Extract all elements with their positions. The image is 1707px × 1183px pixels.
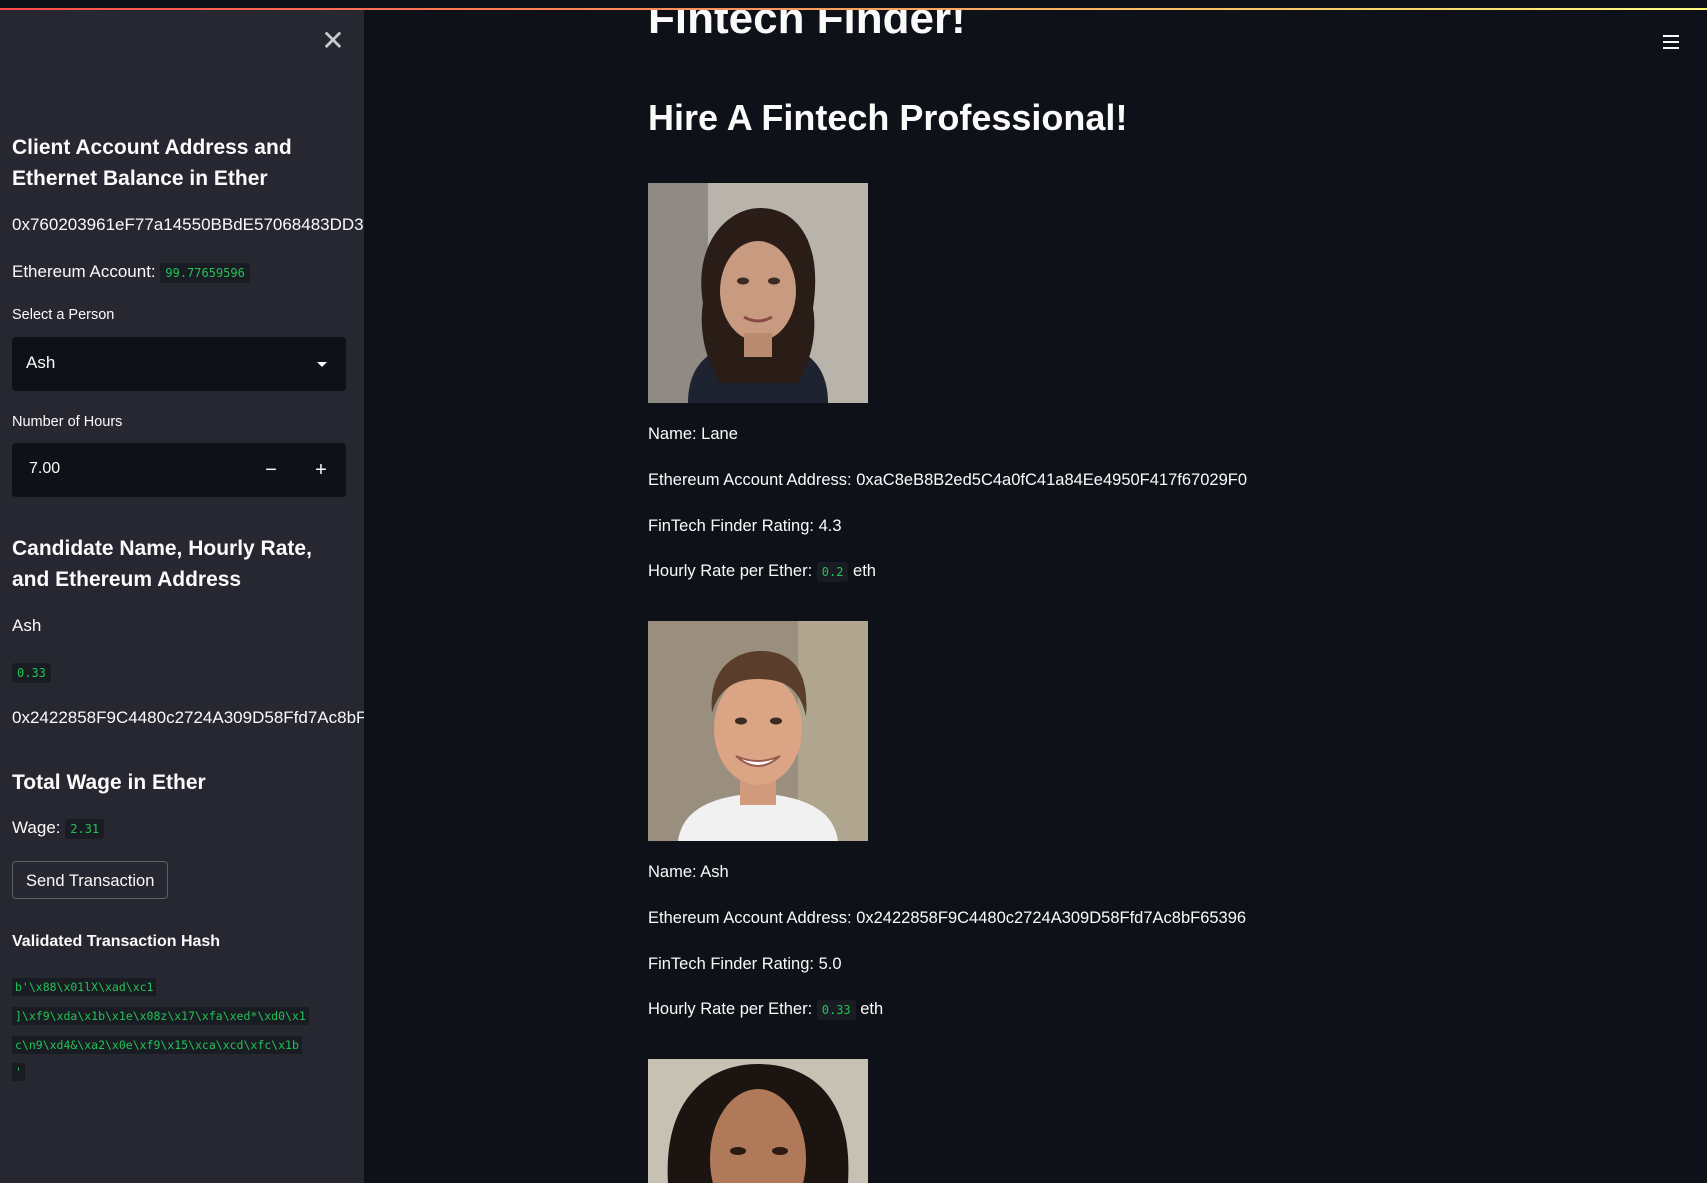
rate-value: 0.33 <box>816 1000 856 1020</box>
select-person-label: Select a Person <box>12 307 115 323</box>
hours-input[interactable]: 7.00 <box>12 443 246 496</box>
candidate-rating: FinTech Finder Rating: 5.0 <box>648 955 842 973</box>
rate-label: Hourly Rate per Ether: <box>648 1000 813 1018</box>
hash-line: c\n9\xd4&\xa2\x0e\xf9\x15\xca\xcd\xfc\x1… <box>12 1036 302 1054</box>
hash-line: ]\xf9\xda\x1b\x1e\x08z\x17\xfa\xed*\xd0\… <box>12 1007 309 1025</box>
candidate-rate-row: 0.33 <box>12 663 51 683</box>
hours-stepper: 7.00 − + <box>12 443 346 497</box>
candidate-rate: 0.33 <box>12 663 51 683</box>
sidebar: ✕ Client Account Address and Ethernet Ba… <box>0 0 364 1183</box>
rate-value: 0.2 <box>816 562 849 582</box>
candidate-rate-row: Hourly Rate per Ether: 0.33 eth <box>648 1000 884 1020</box>
hash-line: b'\x88\x01lX\xad\xc1 <box>12 978 157 996</box>
close-icon[interactable]: ✕ <box>318 26 348 56</box>
wage-row: Wage: 2.31 <box>12 818 105 839</box>
person-select[interactable]: Ash <box>12 337 346 391</box>
eth-account-row: Ethereum Account: 99.77659596 <box>12 262 250 283</box>
candidate-rate-row: Hourly Rate per Ether: 0.2 eth <box>648 562 876 582</box>
hamburger-menu-icon[interactable] <box>1660 30 1684 54</box>
rate-unit: eth <box>860 1000 884 1018</box>
selected-person: Ash <box>26 353 56 372</box>
rate-label: Hourly Rate per Ether: <box>648 562 813 580</box>
candidate-heading: Candidate Name, Hourly Rate, and Ethereu… <box>12 537 312 591</box>
plus-icon[interactable]: + <box>296 443 346 497</box>
chevron-down-icon <box>317 362 327 367</box>
eth-account-label: Ethereum Account: <box>12 262 156 281</box>
minus-icon[interactable]: − <box>246 443 296 497</box>
page-subtitle: Hire A Fintech Professional! <box>648 97 1128 138</box>
candidate-rating: FinTech Finder Rating: 4.3 <box>648 517 842 535</box>
candidate-name: Name: Ash <box>648 863 729 881</box>
eth-account-balance: 99.77659596 <box>160 263 250 283</box>
candidate-photo-ash <box>648 621 868 841</box>
candidate-name: Ash <box>12 616 42 635</box>
wage-value: 2.31 <box>65 819 105 839</box>
candidate-address: Ethereum Account Address: 0x2422858F9C44… <box>648 909 1247 927</box>
wage-heading: Total Wage in Ether <box>12 771 206 794</box>
top-decoration-bar <box>0 0 1707 10</box>
hours-label: Number of Hours <box>12 414 123 430</box>
rate-unit: eth <box>853 562 876 580</box>
accent-stripe <box>0 8 1707 10</box>
client-address: 0x760203961eF77a14550BBdE57068483DD315f8 <box>12 215 364 234</box>
send-transaction-button[interactable]: Send Transaction <box>12 861 169 899</box>
candidate-address: Ethereum Account Address: 0xaC8eB8B2ed5C… <box>648 471 1248 489</box>
candidate-photo-third <box>648 1059 868 1183</box>
client-heading: Client Account Address and Ethernet Bala… <box>12 136 292 190</box>
candidate-photo-lane <box>648 183 868 403</box>
wage-label: Wage: <box>12 818 61 837</box>
candidate-address: 0x2422858F9C4480c2724A309D58Ffd7Ac8bF653 <box>12 708 364 727</box>
hash-heading: Validated Transaction Hash <box>12 933 221 950</box>
hash-line: ' <box>12 1063 25 1081</box>
candidate-name: Name: Lane <box>648 425 738 443</box>
